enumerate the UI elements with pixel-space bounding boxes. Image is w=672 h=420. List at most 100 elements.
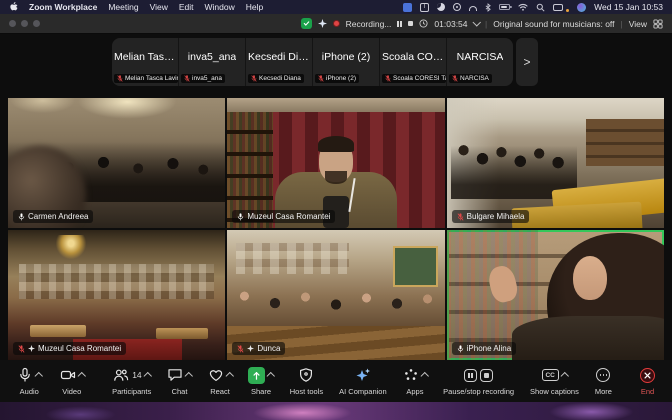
- video-tile-carmen-andreea[interactable]: Carmen Andreea: [8, 98, 225, 228]
- meeting-encryption-shield-icon[interactable]: [301, 18, 312, 29]
- video-tile-muzeul-hall[interactable]: Muzeul Casa Romantei: [8, 230, 225, 360]
- apps-button[interactable]: Apps: [398, 367, 433, 396]
- person-silhouette: [8, 146, 86, 228]
- screen-record-icon[interactable]: [453, 3, 461, 11]
- chandelier: [56, 235, 86, 259]
- menu-help[interactable]: Help: [246, 2, 263, 12]
- audio-options-chevron-icon[interactable]: [35, 372, 43, 380]
- video-options-chevron-icon[interactable]: [77, 372, 85, 380]
- view-grid-icon[interactable]: [653, 19, 663, 29]
- filmstrip-tile-melian[interactable]: Melian Tasca... Melian Tasca Lavinia: [112, 38, 179, 86]
- muted-mic-icon: [452, 75, 458, 82]
- show-captions-button[interactable]: CC Show captions: [525, 367, 584, 396]
- ai-companion-button[interactable]: AI Companion: [334, 367, 392, 396]
- react-chevron-icon[interactable]: [226, 372, 234, 380]
- zoom-window-button[interactable]: [33, 20, 40, 27]
- participant-name-label: Melian Tasca Lavinia: [114, 74, 178, 83]
- view-button-label[interactable]: View: [629, 19, 647, 29]
- participant-name-text: Muzeul Casa Romantei: [38, 344, 121, 353]
- menu-window[interactable]: Window: [205, 2, 235, 12]
- bluetooth-icon[interactable]: [485, 3, 491, 12]
- wifi-icon[interactable]: [518, 3, 528, 11]
- pause-stop-recording-button[interactable]: Pause/stop recording: [438, 367, 519, 396]
- mic-icon: [457, 345, 464, 353]
- participants-chevron-icon[interactable]: [144, 372, 152, 380]
- participant-display-name: Melian Tasca...: [114, 51, 176, 63]
- participant-display-name: inva5_ana: [188, 51, 236, 63]
- spotlight-icon: [28, 345, 35, 352]
- apps-chevron-icon[interactable]: [421, 372, 429, 380]
- filmstrip-tile-inva5[interactable]: inva5_ana inva5_ana: [179, 38, 246, 86]
- filmstrip-tile-narcisa[interactable]: NARCISA NARCISA: [447, 38, 513, 86]
- menu-meeting[interactable]: Meeting: [108, 2, 138, 12]
- person-body: [275, 172, 397, 228]
- end-meeting-button[interactable]: End: [635, 367, 660, 396]
- headphones-icon[interactable]: [469, 6, 477, 11]
- search-icon[interactable]: [536, 3, 545, 12]
- muted-mic-icon: [184, 75, 190, 82]
- chat-chevron-icon[interactable]: [185, 372, 193, 380]
- share-button[interactable]: Share: [243, 367, 279, 396]
- siri-icon[interactable]: [577, 3, 586, 12]
- host-tools-button[interactable]: Host tools: [285, 367, 328, 396]
- red-carpet: [73, 339, 182, 360]
- menu-zoom-workplace[interactable]: Zoom Workplace: [29, 2, 97, 12]
- desktop-wallpaper: [0, 402, 672, 420]
- share-screen-icon: [248, 367, 265, 384]
- apple-icon[interactable]: [9, 2, 18, 12]
- react-button[interactable]: React: [203, 367, 238, 396]
- filmstrip-next-page-button[interactable]: >: [516, 38, 538, 86]
- pause-recording-icon[interactable]: [464, 369, 477, 382]
- picture-wall: [19, 264, 215, 299]
- person-shirt: [323, 196, 349, 228]
- bookshelf: [227, 112, 273, 228]
- captions-icon: CC: [542, 369, 559, 381]
- participant-name-text: Bulgare Mihaela: [467, 212, 525, 221]
- participant-display-name: Kecsedi Diana: [248, 51, 310, 63]
- muted-mic-icon: [457, 213, 464, 221]
- battery-icon[interactable]: [499, 4, 510, 10]
- mic-in-use-indicator: [566, 9, 569, 12]
- filmstrip-tile-scoala[interactable]: Scoala CORE... Scoala CORESI Targo...: [380, 38, 447, 86]
- video-tile-muzeul-host[interactable]: Muzeul Casa Romantei: [227, 98, 444, 228]
- close-window-button[interactable]: [9, 20, 16, 27]
- classroom-crowd: [8, 142, 225, 202]
- participant-name-text: Muzeul Casa Romantei: [247, 212, 330, 221]
- app-menulet-icon[interactable]: [403, 3, 412, 12]
- ai-companion-status-icon[interactable]: [318, 19, 327, 28]
- filmstrip-tile-kecsedi[interactable]: Kecsedi Diana Kecsedi Diana: [246, 38, 313, 86]
- do-not-disturb-icon[interactable]: [437, 3, 445, 11]
- stop-recording-icon[interactable]: [408, 21, 414, 27]
- meeting-toolbar: Audio Video 14 Participants: [0, 360, 672, 402]
- menu-view[interactable]: View: [150, 2, 168, 12]
- captions-chevron-icon[interactable]: [561, 372, 569, 380]
- participant-name-text: Scoala CORESI Targo...: [393, 75, 446, 82]
- filmstrip-tile-iphone2[interactable]: iPhone (2) iPhone (2): [313, 38, 380, 86]
- more-button[interactable]: More: [590, 367, 617, 396]
- video-tile-bulgare-mihaela[interactable]: Bulgare Mihaela: [447, 98, 664, 228]
- window-controls: [9, 20, 40, 27]
- share-chevron-icon[interactable]: [267, 372, 275, 380]
- menu-edit[interactable]: Edit: [179, 2, 194, 12]
- minimize-window-button[interactable]: [21, 20, 28, 27]
- input-source-icon[interactable]: T: [420, 3, 429, 12]
- stop-recording-icon[interactable]: [480, 369, 493, 382]
- muted-mic-icon: [237, 345, 244, 353]
- control-center-icon[interactable]: [553, 4, 563, 11]
- chat-button[interactable]: Chat: [162, 367, 197, 396]
- menu-bar-clock[interactable]: Wed 15 Jan 10:53: [594, 2, 663, 12]
- video-tile-dunca[interactable]: Dunca: [227, 230, 444, 360]
- audio-button[interactable]: Audio: [12, 367, 47, 396]
- yellow-desk: [552, 178, 664, 224]
- participants-button[interactable]: 14 Participants: [107, 367, 156, 396]
- bookshelf: [447, 230, 538, 360]
- original-sound-toggle[interactable]: Original sound for musicians: off: [493, 19, 614, 29]
- video-button[interactable]: Video: [55, 367, 90, 396]
- person-body: [512, 316, 664, 360]
- participant-name-label: Muzeul Casa Romantei: [232, 210, 335, 223]
- pause-recording-icon[interactable]: [397, 21, 402, 27]
- video-tile-iphone-alina[interactable]: iPhone Alina: [447, 230, 664, 360]
- yellow-desk: [511, 201, 643, 228]
- participant-name-label: inva5_ana: [181, 74, 225, 83]
- timer-chevron-down-icon[interactable]: [472, 19, 480, 27]
